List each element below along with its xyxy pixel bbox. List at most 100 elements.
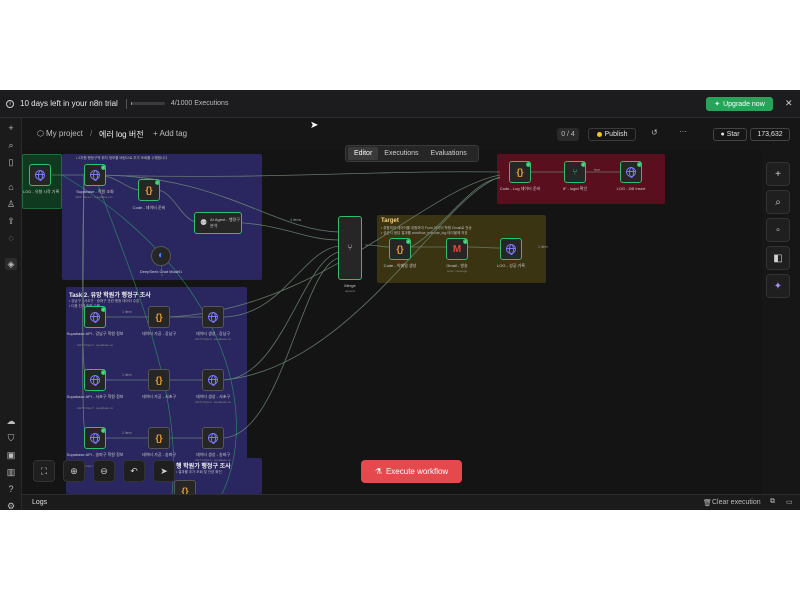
undo-button[interactable]: ↶	[123, 460, 145, 482]
success-check-icon: ✓	[101, 428, 106, 433]
sparkle-icon: ✦	[773, 280, 783, 292]
cloud-icon[interactable]: ☁	[5, 415, 17, 427]
node-summary-songpa[interactable]	[202, 427, 224, 449]
node-code-task3[interactable]: {}	[174, 480, 196, 494]
code-icon: {}	[155, 312, 163, 322]
workflow-name[interactable]: 에러 log 버전	[99, 129, 144, 140]
publish-label: Publish	[604, 131, 628, 138]
view-tabs: Editor Executions Evaluations	[345, 145, 479, 162]
toggle-panel-button[interactable]: ◧	[766, 246, 790, 270]
node-label: Code - 데이터 준비	[132, 205, 166, 210]
close-icon[interactable]: ✕	[785, 98, 793, 109]
node-data-songpa[interactable]: {}	[148, 427, 170, 449]
shield-icon[interactable]: ⛉	[5, 432, 17, 444]
cursor-icon: ➤	[160, 465, 168, 476]
publish-button[interactable]: Publish	[588, 128, 636, 141]
mouse-cursor-icon: ➤	[310, 120, 319, 131]
edge-label: 1 item	[122, 431, 132, 435]
code-icon: {}	[155, 375, 163, 385]
node-label: Merge	[344, 283, 356, 288]
more-icon[interactable]: ···	[679, 127, 687, 136]
search-nodes-button[interactable]: ⌕	[766, 190, 790, 214]
edge-label: 1 item	[122, 310, 132, 314]
node-merge[interactable]: ⑂	[338, 216, 362, 280]
settings-icon[interactable]: ⚙	[5, 500, 17, 510]
collapse-icon[interactable]: ▭	[786, 498, 793, 506]
add-sticky-button[interactable]: ▫	[766, 218, 790, 242]
search-icon: ⌕	[775, 196, 781, 208]
trash-icon: 🗑	[703, 500, 712, 507]
node-log-success[interactable]	[500, 238, 522, 260]
templates-icon[interactable]: ▣	[5, 449, 17, 461]
history-icon[interactable]: ↺	[651, 128, 658, 137]
node-label: AI Agent - 행정구 분석	[210, 217, 240, 228]
tab-editor[interactable]: Editor	[348, 147, 379, 160]
node-label: Supabase API - 송파구 학원 정보	[66, 452, 124, 457]
home-icon[interactable]: ⌂	[5, 181, 17, 193]
node-summary-gangnam[interactable]	[202, 306, 224, 328]
clear-execution-button[interactable]: Clear execution	[712, 499, 761, 506]
upgrade-button[interactable]: ✦ Upgrade now	[706, 97, 773, 111]
user-icon[interactable]: ♙	[5, 198, 17, 210]
tab-evaluations[interactable]: Evaluations	[425, 147, 473, 160]
plus-icon: +	[775, 168, 781, 180]
gmail-icon: M	[452, 243, 462, 255]
zoom-out-icon: ⊖	[100, 465, 108, 476]
workflow-canvas[interactable]: • 2차원 행정구역 위치 정보를 바탕으로 추가 조회를 수행합니다 Task…	[22, 150, 762, 494]
node-label: 데이터 가공 - 서초구	[141, 394, 177, 399]
globe-icon	[626, 167, 636, 178]
node-ai-agent[interactable]: ⚉ AI Agent - 행정구 분석	[194, 212, 242, 234]
success-check-icon: ✓	[101, 307, 106, 312]
node-label: Supabase API - 서초구 학원 정보	[66, 394, 124, 399]
selection-mode-button[interactable]: ➤	[153, 460, 175, 482]
globe-icon	[506, 244, 516, 255]
node-summary-seocho[interactable]	[202, 369, 224, 391]
add-node-button[interactable]: +	[766, 162, 790, 186]
panel-icon: ◧	[773, 252, 783, 264]
logs-panel[interactable]: Logs 🗑 Clear execution ⧉ ▭	[22, 494, 800, 510]
node-label: 데이터 가공 - 송파구	[141, 452, 177, 457]
node-data-gangnam[interactable]: {}	[148, 306, 170, 328]
node-deepseek[interactable]: ◐	[151, 246, 171, 266]
github-icon: ●	[720, 131, 725, 138]
insights-icon[interactable]: ▥	[5, 466, 17, 478]
popout-icon[interactable]: ⧉	[770, 498, 775, 506]
add-icon[interactable]: +	[5, 122, 17, 134]
robot-icon: ⚉	[200, 218, 208, 227]
tab-executions[interactable]: Executions	[378, 147, 424, 160]
executions-progress	[130, 102, 165, 105]
ai-assistant-button[interactable]: ✦	[766, 274, 790, 298]
breadcrumb-project[interactable]: My project	[46, 129, 83, 138]
code-icon: {}	[155, 433, 163, 443]
undo-icon: ↶	[130, 465, 138, 476]
zoom-in-icon: ⊕	[70, 465, 78, 476]
if-icon: ⑂	[572, 167, 578, 177]
trial-text: 10 days left in your n8n trial	[20, 99, 118, 108]
code-icon: {}	[181, 486, 189, 494]
sidebar-toggle-icon[interactable]: ▯	[5, 156, 17, 168]
execute-label: Execute workflow	[385, 467, 449, 476]
search-icon[interactable]: ⌕	[5, 139, 17, 151]
node-label: Code - 이메일 생성	[383, 263, 417, 268]
node-sub: GET: https://...supabase.co	[76, 343, 114, 347]
node-sub: send: message	[446, 269, 468, 273]
fit-view-button[interactable]: ⛶	[33, 460, 55, 482]
share-icon[interactable]: ⇪	[5, 215, 17, 227]
node-log-start[interactable]	[29, 164, 51, 186]
help-icon[interactable]: ?	[5, 483, 17, 495]
chat-icon[interactable]: ◌	[5, 232, 17, 244]
globe-icon	[208, 433, 218, 444]
logs-title: Logs	[32, 499, 48, 506]
node-data-seocho[interactable]: {}	[148, 369, 170, 391]
zoom-out-button[interactable]: ⊖	[93, 460, 115, 482]
add-tag-button[interactable]: + Add tag	[153, 129, 187, 138]
success-check-icon: ✓	[101, 165, 106, 170]
edge-label: 1 item	[538, 245, 548, 249]
globe-icon	[90, 312, 100, 323]
node-label: LOG - 성공 기록	[497, 263, 525, 268]
star-label: Star	[726, 131, 740, 138]
github-star-button[interactable]: ● Star	[713, 128, 747, 141]
zoom-in-button[interactable]: ⊕	[63, 460, 85, 482]
layers-icon[interactable]: ◈	[5, 258, 17, 270]
execute-workflow-button[interactable]: ⚗ Execute workflow	[361, 460, 462, 483]
